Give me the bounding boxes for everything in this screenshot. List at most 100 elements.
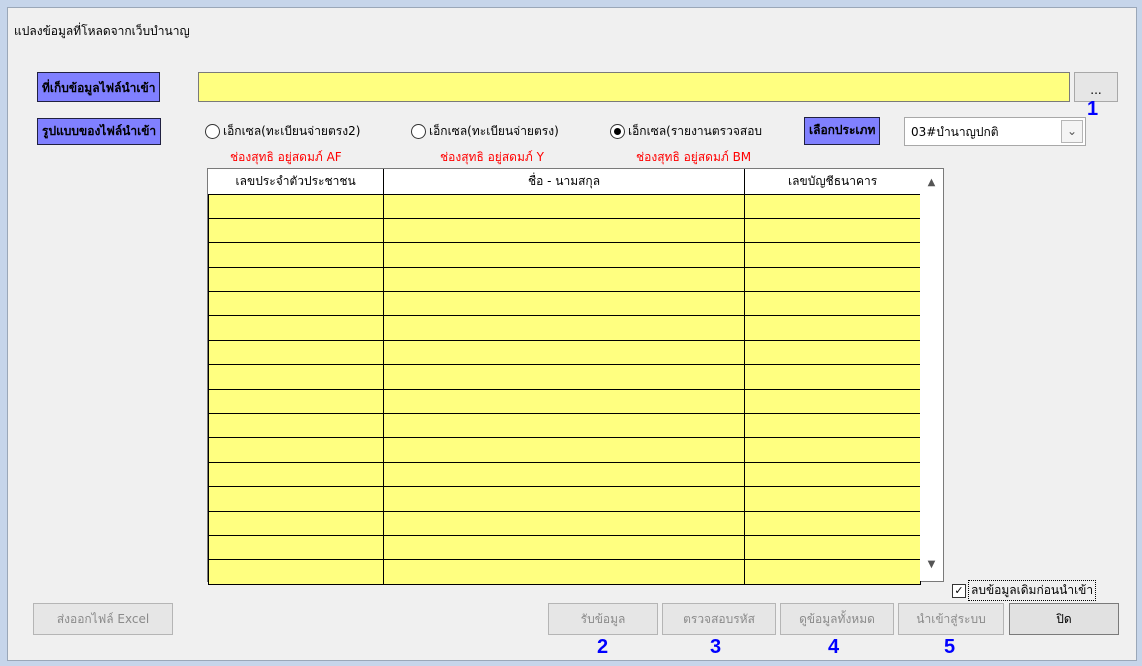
table-cell[interactable] [744,339,921,366]
table-cell[interactable] [208,266,384,293]
table-cell[interactable] [382,242,746,268]
table-cell[interactable] [382,266,746,293]
table-cell[interactable] [208,339,384,366]
radio-label: เอ็กเซล(ทะเบียนจ่ายตรง) [429,124,559,138]
view-all-button[interactable]: ดูข้อมูลทั้งหมด [780,603,894,635]
table-cell[interactable] [208,510,384,536]
radio-format-ledger2[interactable]: เอ็กเซล(ทะเบียนจ่ายตรง2) [205,122,360,141]
check-icon[interactable]: ✓ [952,583,966,598]
table-row[interactable] [208,217,921,244]
table-cell[interactable] [744,559,921,585]
table-row[interactable] [208,486,921,512]
radio-circle [205,124,220,139]
table-cell[interactable] [382,413,746,439]
radio-label: เอ็กเซล(รายงานตรวจสอบ [628,124,763,138]
chevron-down-icon[interactable]: ⌄ [1061,120,1083,143]
table-cell[interactable] [744,193,921,219]
table-cell[interactable] [382,559,746,585]
radio-label: เอ็กเซล(ทะเบียนจ่ายตรง2) [223,124,361,138]
table-cell[interactable] [744,217,921,244]
table-cell[interactable] [208,364,384,390]
table-cell[interactable] [208,559,384,585]
table-cell[interactable] [382,193,746,219]
table-row[interactable] [208,193,921,219]
table-cell[interactable] [744,534,921,561]
table-cell[interactable] [744,413,921,439]
table-row[interactable] [208,388,921,415]
table-cell[interactable] [208,217,384,244]
table-cell[interactable] [744,388,921,415]
note-column-y: ช่องสุทธิ อยู่สดมภ์ Y [440,150,544,164]
scroll-up-icon[interactable]: ▲ [920,173,943,193]
radio-circle-selected [610,124,625,139]
step-number-5: 5 [944,636,956,658]
table-cell[interactable] [744,291,921,317]
table-row[interactable] [208,242,921,268]
table-cell[interactable] [744,364,921,390]
column-header-name[interactable]: ชื่อ - นามสกุล [383,169,746,195]
table-cell[interactable] [744,242,921,268]
export-excel-button[interactable]: ส่งออกไฟล์ Excel [33,603,173,635]
receive-data-button[interactable]: รับข้อมูล [548,603,658,635]
table-cell[interactable] [744,510,921,536]
data-grid[interactable]: เลขประจำตัวประชาชน ชื่อ - นามสกุล เลขบัญ… [207,168,944,585]
table-cell[interactable] [208,413,384,439]
table-cell[interactable] [382,510,746,536]
table-row[interactable] [208,364,921,390]
table-cell[interactable] [208,388,384,415]
close-button[interactable]: ปิด [1009,603,1119,635]
table-cell[interactable] [382,217,746,244]
window-title: แปลงข้อมูลที่โหลดจากเว็บบำนาญ [14,24,190,38]
file-format-label: รูปแบบของไฟล์นำเข้า [37,118,162,145]
table-cell[interactable] [382,364,746,390]
delete-before-import-checkbox[interactable]: ✓ ลบข้อมูลเดิมก่อนนำเข้า [952,580,1097,601]
table-cell[interactable] [744,437,921,463]
table-cell[interactable] [382,291,746,317]
table-cell[interactable] [208,461,384,488]
verify-code-button[interactable]: ตรวจสอบรหัส [662,603,776,635]
import-to-system-button[interactable]: นำเข้าสู่ระบบ [898,603,1004,635]
table-row[interactable] [208,291,921,317]
table-cell[interactable] [744,266,921,293]
table-row[interactable] [208,339,921,366]
table-row[interactable] [208,510,921,536]
table-cell[interactable] [208,315,384,341]
step-number-2: 2 [597,636,609,658]
note-column-bm: ช่องสุทธิ อยู่สดมภ์ BM [636,150,752,164]
table-cell[interactable] [382,461,746,488]
table-cell[interactable] [382,315,746,341]
step-number-1: 1 [1087,98,1099,120]
table-row[interactable] [208,461,921,488]
column-header-citizen-id[interactable]: เลขประจำตัวประชาชน [208,169,384,195]
table-cell[interactable] [382,486,746,512]
table-cell[interactable] [208,534,384,561]
table-body [208,193,921,585]
file-path-input[interactable] [198,72,1070,102]
radio-format-report[interactable]: เอ็กเซล(รายงานตรวจสอบ [610,122,762,141]
radio-format-ledger[interactable]: เอ็กเซล(ทะเบียนจ่ายตรง) [411,122,559,141]
table-row[interactable] [208,266,921,293]
table-cell[interactable] [744,486,921,512]
table-row[interactable] [208,559,921,585]
table-cell[interactable] [208,242,384,268]
table-cell[interactable] [382,388,746,415]
table-cell[interactable] [208,486,384,512]
table-cell[interactable] [744,461,921,488]
table-row[interactable] [208,534,921,561]
step-number-4: 4 [828,636,840,658]
table-cell[interactable] [382,534,746,561]
vertical-scrollbar[interactable]: ▲ ▼ [920,169,943,581]
table-row[interactable] [208,315,921,341]
table-header-row: เลขประจำตัวประชาชน ชื่อ - นามสกุล เลขบัญ… [208,169,921,195]
table-cell[interactable] [382,437,746,463]
type-select[interactable]: 03#บำนาญปกติ ⌄ [904,117,1086,146]
table-cell[interactable] [382,339,746,366]
table-cell[interactable] [208,437,384,463]
scroll-down-icon[interactable]: ▼ [920,555,943,575]
table-cell[interactable] [208,291,384,317]
table-cell[interactable] [744,315,921,341]
column-header-bank-account[interactable]: เลขบัญชีธนาคาร [744,169,921,195]
table-row[interactable] [208,437,921,463]
table-row[interactable] [208,413,921,439]
table-cell[interactable] [208,193,384,219]
